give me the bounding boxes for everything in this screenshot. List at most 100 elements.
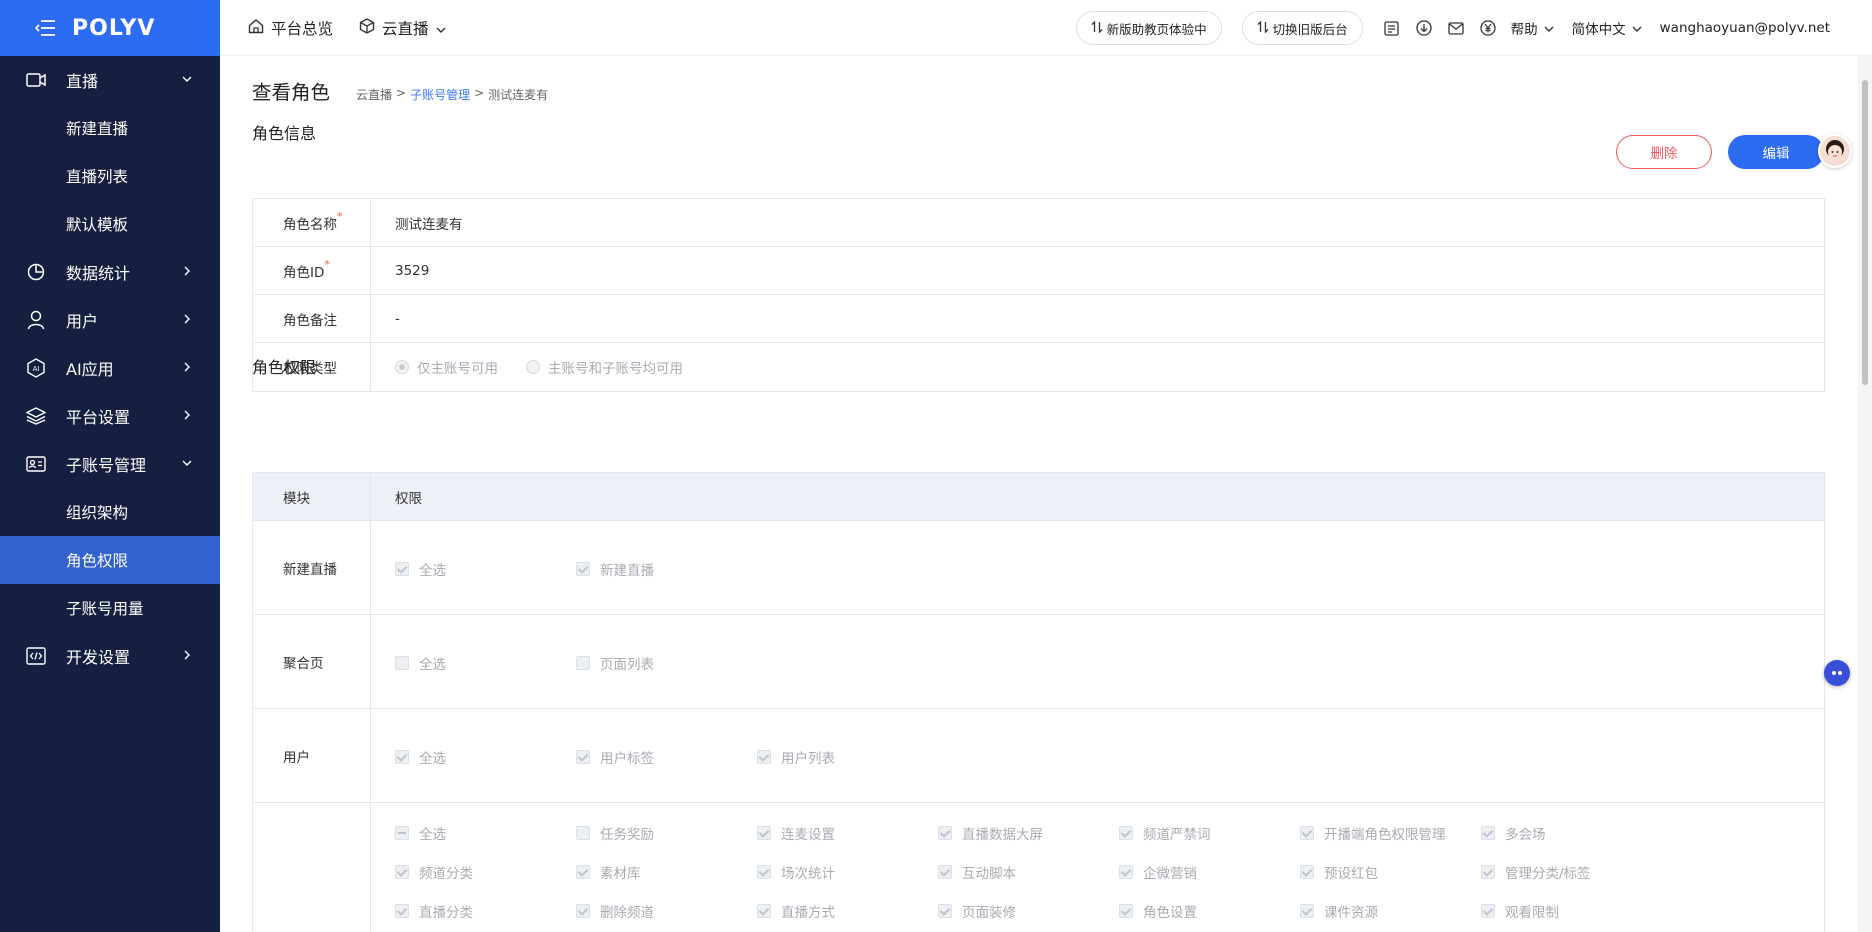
document-icon[interactable]: [1383, 19, 1401, 37]
checkbox[interactable]: [757, 865, 771, 879]
permission-checkbox[interactable]: 多会场: [1481, 823, 1546, 843]
sidebar-item-dev-settings[interactable]: 开发设置: [0, 632, 220, 680]
delete-button[interactable]: 删除: [1616, 135, 1712, 169]
mail-icon[interactable]: [1447, 19, 1465, 37]
checkbox[interactable]: [395, 750, 409, 764]
checkbox-label: 页面装修: [962, 905, 1016, 921]
permission-checkbox[interactable]: 预设红包: [1300, 862, 1378, 882]
permission-checkbox[interactable]: 新建直播: [576, 559, 654, 579]
checkbox[interactable]: [1300, 826, 1314, 840]
download-icon[interactable]: [1415, 19, 1433, 37]
sidebar-item-default-template[interactable]: 默认模板: [0, 200, 220, 248]
sidebar-item-live-list[interactable]: 直播列表: [0, 152, 220, 200]
user-account-menu[interactable]: wanghaoyuan@polyv.net: [1660, 20, 1830, 36]
sidebar-item-sub-accounts[interactable]: 子账号管理: [0, 440, 220, 488]
yuan-icon[interactable]: [1479, 19, 1497, 37]
checkbox-label: 管理分类/标签: [1505, 866, 1591, 882]
permission-checkbox[interactable]: 课件资源: [1300, 901, 1378, 921]
permission-checkbox[interactable]: 互动脚本: [938, 862, 1016, 882]
checkbox[interactable]: [395, 865, 409, 879]
sidebar-item-org-structure[interactable]: 组织架构: [0, 488, 220, 536]
checkbox[interactable]: [576, 656, 590, 670]
checkbox[interactable]: [938, 865, 952, 879]
checkbox[interactable]: [1300, 865, 1314, 879]
edit-button[interactable]: 编辑: [1728, 135, 1824, 169]
breadcrumb-item[interactable]: 子账号管理: [410, 86, 470, 103]
sidebar-item-platform-settings[interactable]: 平台设置: [0, 392, 220, 440]
permission-checkbox[interactable]: 频道严禁词: [1119, 823, 1211, 843]
permission-checkbox[interactable]: 页面列表: [576, 653, 654, 673]
sidebar-item-data-stats[interactable]: 数据统计: [0, 248, 220, 296]
permission-checkbox[interactable]: 全选: [395, 653, 446, 673]
permission-checkbox[interactable]: 用户列表: [757, 747, 835, 767]
permission-checkbox[interactable]: 场次统计: [757, 862, 835, 882]
checkbox[interactable]: [1481, 865, 1495, 879]
permission-checkbox[interactable]: 角色设置: [1119, 901, 1197, 921]
checkbox[interactable]: [576, 826, 590, 840]
permission-checkbox[interactable]: 频道分类: [395, 862, 473, 882]
switch-old-backend-button[interactable]: 切换旧版后台: [1241, 11, 1363, 45]
user-email: wanghaoyuan@polyv.net: [1659, 20, 1830, 36]
breadcrumb-item[interactable]: 云直播: [356, 86, 392, 103]
sidebar-item-live[interactable]: 直播: [0, 56, 220, 104]
radio-main-and-sub[interactable]: [526, 360, 540, 374]
checkbox[interactable]: [395, 562, 409, 576]
permission-checkbox[interactable]: 用户标签: [576, 747, 654, 767]
checkbox[interactable]: [395, 656, 409, 670]
permission-checkbox[interactable]: 直播数据大屏: [938, 823, 1043, 843]
permission-checkbox[interactable]: 企微营销: [1119, 862, 1197, 882]
chatbot-icon[interactable]: [1824, 660, 1850, 686]
permission-checkbox[interactable]: 直播方式: [757, 901, 835, 921]
checkbox[interactable]: [1481, 826, 1495, 840]
language-dropdown[interactable]: 简体中文: [1572, 18, 1642, 38]
checkbox[interactable]: [576, 750, 590, 764]
scrollbar-thumb[interactable]: [1862, 80, 1868, 385]
checkbox[interactable]: [1119, 904, 1133, 918]
sidebar-item-label: 用户: [66, 312, 99, 331]
sidebar-item-role-permissions[interactable]: 角色权限: [0, 536, 220, 584]
permission-checkbox[interactable]: 全选: [395, 559, 446, 579]
scrollbar[interactable]: [1858, 56, 1872, 932]
help-dropdown[interactable]: 帮助: [1511, 18, 1554, 38]
checkbox[interactable]: [1481, 904, 1495, 918]
permission-checkbox[interactable]: 连麦设置: [757, 823, 835, 843]
checkbox[interactable]: [1119, 826, 1133, 840]
checkbox[interactable]: [1300, 904, 1314, 918]
checkbox[interactable]: [576, 904, 590, 918]
checkbox[interactable]: [938, 826, 952, 840]
checkbox[interactable]: [757, 750, 771, 764]
nav-platform-overview[interactable]: 平台总览: [248, 17, 333, 39]
sidebar-item-new-live[interactable]: 新建直播: [0, 104, 220, 152]
checkbox[interactable]: [938, 904, 952, 918]
nav-cloud-live-dropdown[interactable]: 云直播: [359, 17, 446, 39]
checkbox[interactable]: [757, 904, 771, 918]
assistant-avatar[interactable]: [1818, 134, 1852, 168]
permission-checkbox[interactable]: 删除频道: [576, 901, 654, 921]
checkbox[interactable]: [576, 865, 590, 879]
module-name: 用户: [253, 709, 371, 802]
menu-collapse-icon[interactable]: [34, 17, 56, 39]
permission-checkbox[interactable]: 观看限制: [1481, 901, 1559, 921]
permission-checkbox[interactable]: 全选: [395, 747, 446, 767]
sidebar-item-sub-account-usage[interactable]: 子账号用量: [0, 584, 220, 632]
role-name-value: 测试连麦有: [395, 216, 463, 233]
checkbox[interactable]: [395, 826, 409, 840]
radio-main-only[interactable]: [395, 360, 409, 374]
checkbox-label: 开播端角色权限管理: [1324, 827, 1446, 843]
field-label: 角色名称: [283, 216, 337, 233]
permission-checkbox[interactable]: 页面装修: [938, 901, 1016, 921]
permission-checkbox[interactable]: 素材库: [576, 862, 641, 882]
permission-checkbox[interactable]: 开播端角色权限管理: [1300, 823, 1446, 843]
checkbox[interactable]: [576, 562, 590, 576]
permission-checkbox[interactable]: 直播分类: [395, 901, 473, 921]
new-assist-page-button[interactable]: 新版助教页体验中: [1075, 11, 1222, 45]
sidebar-item-ai[interactable]: AI AI应用: [0, 344, 220, 392]
checkbox[interactable]: [1119, 865, 1133, 879]
permission-checkbox[interactable]: 管理分类/标签: [1481, 862, 1591, 882]
checkbox-label: 用户标签: [600, 751, 654, 767]
permission-checkbox[interactable]: 全选: [395, 823, 446, 843]
checkbox[interactable]: [757, 826, 771, 840]
permission-checkbox[interactable]: 任务奖励: [576, 823, 654, 843]
sidebar-item-users[interactable]: 用户: [0, 296, 220, 344]
checkbox[interactable]: [395, 904, 409, 918]
